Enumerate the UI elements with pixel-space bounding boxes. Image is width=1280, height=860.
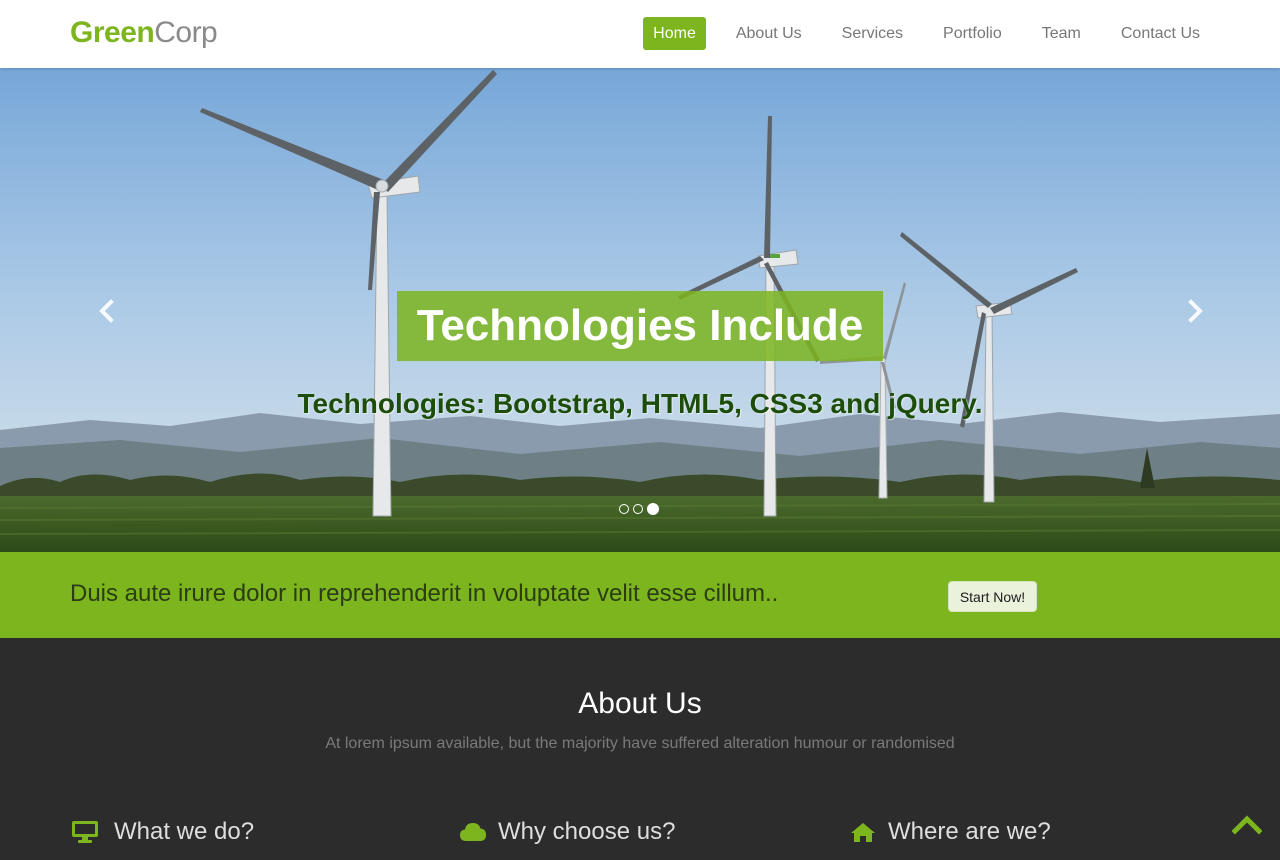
scroll-to-top-button[interactable]: [1231, 814, 1263, 836]
cta-text: Duis aute irure dolor in reprehenderit i…: [70, 580, 779, 607]
feature-why-choose-us: Why choose us?: [458, 818, 675, 846]
brand-logo[interactable]: GreenCorp: [70, 15, 218, 51]
cloud-icon: [458, 820, 488, 844]
carousel-indicator-3[interactable]: [647, 503, 659, 515]
feature-title: Why choose us?: [498, 818, 676, 845]
nav-item-services[interactable]: Services: [832, 17, 913, 50]
navbar: GreenCorp Home About Us Services Portfol…: [0, 0, 1280, 68]
call-to-action-bar: Duis aute irure dolor in reprehenderit i…: [0, 552, 1280, 638]
carousel-caption-subtitle: Technologies: Bootstrap, HTML5, CSS3 and…: [297, 388, 983, 419]
nav-item-contact-us[interactable]: Contact Us: [1111, 17, 1210, 50]
chevron-up-icon: [1231, 815, 1263, 835]
start-now-button[interactable]: Start Now!: [948, 581, 1037, 612]
nav-item-portfolio[interactable]: Portfolio: [933, 17, 1012, 50]
carousel-indicator-2[interactable]: [633, 504, 643, 514]
desktop-icon: [70, 820, 100, 844]
feature-title: Where are we?: [888, 818, 1051, 845]
carousel-prev-button[interactable]: [92, 296, 122, 326]
hero-carousel: Technologies Include Technologies: Boots…: [0, 68, 1280, 552]
carousel-indicator-1[interactable]: [619, 504, 629, 514]
home-icon: [848, 820, 878, 844]
feature-title: What we do?: [114, 818, 255, 845]
nav-item-about-us[interactable]: About Us: [726, 17, 812, 50]
feature-what-we-do: What we do?: [70, 818, 254, 846]
chevron-right-icon: [1188, 299, 1203, 323]
feature-where-are-we: Where are we?: [848, 818, 1051, 846]
carousel-caption-title: Technologies Include: [397, 291, 883, 361]
nav-item-home[interactable]: Home: [643, 17, 706, 50]
main-nav: Home About Us Services Portfolio Team Co…: [643, 17, 1210, 50]
carousel-next-button[interactable]: [1180, 296, 1210, 326]
about-subtitle: At lorem ipsum available, but the majori…: [325, 735, 955, 752]
brand-name-green: Green: [70, 16, 155, 49]
chevron-left-icon: [99, 299, 114, 323]
brand-name-corp: Corp: [154, 16, 218, 49]
carousel-indicators: [619, 503, 663, 515]
about-section: About Us At lorem ipsum available, but t…: [0, 638, 1280, 860]
about-title: About Us: [578, 687, 702, 720]
nav-item-team[interactable]: Team: [1032, 17, 1091, 50]
